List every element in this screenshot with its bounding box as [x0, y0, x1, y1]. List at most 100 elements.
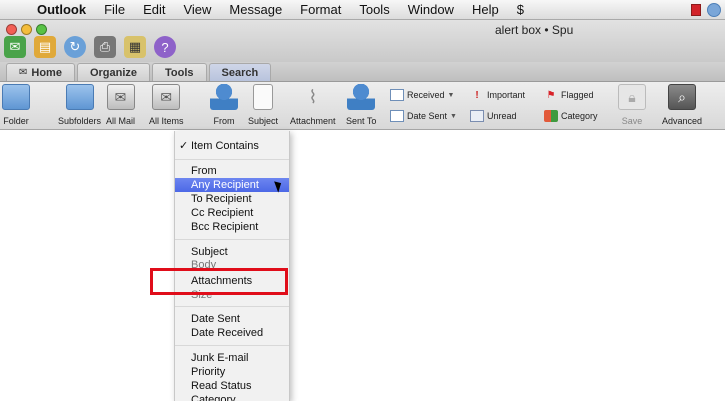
attachment-filter-label: Attachment — [290, 116, 336, 126]
menu-item-cc-recipient[interactable]: Cc Recipient — [175, 206, 289, 220]
menu-item-bcc-recipient[interactable]: Bcc Recipient — [175, 220, 289, 234]
category-icon — [544, 110, 558, 122]
script-menu-icon[interactable]: $ — [508, 0, 533, 20]
received-filter-button[interactable]: Received ▼ — [390, 89, 454, 101]
document-icon[interactable]: ▦ — [124, 36, 146, 58]
ribbon-tabs: ✉ Home Organize Tools Search — [0, 62, 725, 82]
menu-item-from[interactable]: From — [175, 164, 289, 178]
all-mail-scope-label: All Mail — [106, 116, 136, 126]
menu-item-any-recipient[interactable]: Any Recipient — [175, 178, 289, 192]
new-item-icon[interactable]: ✉ — [4, 36, 26, 58]
menu-tools[interactable]: Tools — [350, 0, 398, 20]
subfolders-icon — [65, 84, 94, 110]
tab-organize-label: Organize — [89, 66, 138, 79]
search-criteria-dropdown: ✓ Item Contains From Any Recipient To Rec… — [174, 131, 290, 401]
flagged-filter-button[interactable]: ⚑ Flagged — [544, 89, 594, 101]
menu-edit[interactable]: Edit — [134, 0, 174, 20]
menu-window[interactable]: Window — [399, 0, 463, 20]
paperclip-icon: ⌇ — [308, 86, 318, 107]
subject-filter-button[interactable]: Subject — [248, 84, 278, 126]
person-icon — [210, 84, 238, 110]
tab-organize[interactable]: Organize — [76, 63, 151, 81]
subfolders-scope-label: Subfolders — [58, 116, 102, 126]
tab-home-label: Home — [31, 66, 62, 79]
from-filter-button[interactable]: From — [210, 84, 238, 126]
sent-to-person-icon — [347, 84, 376, 110]
menu-divider — [175, 345, 289, 346]
message-list-pane — [290, 130, 725, 401]
menu-item-date-sent[interactable]: Date Sent — [175, 312, 289, 326]
menu-format[interactable]: Format — [291, 0, 350, 20]
menu-help[interactable]: Help — [463, 0, 508, 20]
important-filter-label: Important — [487, 90, 526, 100]
all-items-scope-button[interactable]: ✉ All Items — [149, 84, 184, 126]
chevron-down-icon: ▼ — [447, 91, 455, 99]
folder-scope-button[interactable]: Folder — [2, 84, 30, 126]
date-sent-filter-label: Date Sent — [407, 111, 448, 121]
tab-home[interactable]: ✉ Home — [6, 63, 75, 81]
chevron-down-icon: ▼ — [450, 112, 457, 120]
advanced-search-button[interactable]: ⌕ Advanced — [662, 84, 702, 126]
category-filter-label: Category — [561, 111, 598, 121]
tab-tools-label: Tools — [165, 66, 194, 79]
menu-item-priority[interactable]: Priority — [175, 365, 289, 379]
save-search-label: Save — [621, 116, 643, 126]
envelope-icon — [470, 110, 484, 122]
attachment-filter-button[interactable]: ⌇ Attachment — [290, 84, 336, 127]
menubar-status-area — [691, 0, 725, 20]
menu-divider — [175, 239, 289, 240]
tab-tools[interactable]: Tools — [152, 63, 207, 81]
menu-item-subject[interactable]: Subject — [175, 245, 289, 259]
menu-item-to-recipient[interactable]: To Recipient — [175, 192, 289, 206]
home-icon: ✉ — [19, 67, 28, 78]
menu-file[interactable]: File — [95, 0, 134, 20]
unread-filter-button[interactable]: Unread — [470, 110, 517, 122]
menu-divider — [175, 159, 289, 160]
advanced-search-label: Advanced — [662, 116, 703, 126]
menu-item-item-contains[interactable]: ✓ Item Contains — [175, 139, 289, 153]
menu-app-outlook[interactable]: Outlook — [28, 0, 95, 20]
all-items-scope-label: All Items — [149, 116, 184, 126]
menu-divider — [175, 306, 289, 307]
folder-scope-label: Folder — [3, 116, 29, 126]
subfolders-scope-button[interactable]: Subfolders — [58, 84, 101, 126]
print-icon[interactable]: ⎙ — [94, 36, 116, 58]
help-icon[interactable]: ? — [154, 36, 176, 58]
checkmark-icon: ✓ — [179, 140, 189, 152]
flag-icon: ⚑ — [546, 89, 556, 101]
quick-access-toolbar: ✉ ▤ ↻ ⎙ ▦ ? — [4, 36, 176, 58]
window-titlebar: alert box • Spu ✉ ▤ ↻ ⎙ ▦ ? — [0, 20, 725, 62]
subject-document-icon — [253, 84, 274, 110]
received-filter-label: Received — [407, 90, 445, 100]
save-search-button[interactable]: 🔒︎ Save — [618, 84, 646, 126]
item-contains-label: Item Contains — [191, 140, 259, 152]
menu-item-date-received[interactable]: Date Received — [175, 326, 289, 340]
all-items-icon: ✉ — [152, 84, 181, 110]
attachments-highlight-box — [150, 268, 288, 295]
window-controls — [6, 24, 47, 35]
close-window-icon[interactable] — [6, 24, 17, 35]
menu-message[interactable]: Message — [220, 0, 291, 20]
menu-item-read-status[interactable]: Read Status — [175, 379, 289, 393]
open-folder-icon[interactable]: ▤ — [34, 36, 56, 58]
status-tray-icon[interactable] — [707, 3, 721, 17]
subject-filter-label: Subject — [248, 116, 279, 126]
sync-icon[interactable]: ↻ — [64, 36, 86, 58]
folder-icon — [2, 84, 30, 110]
exclamation-icon: ! — [475, 89, 479, 101]
record-indicator-icon[interactable] — [691, 4, 701, 16]
tab-search[interactable]: Search — [208, 63, 272, 81]
category-filter-button[interactable]: Category — [544, 110, 598, 122]
menu-item-junk-email[interactable]: Junk E-mail — [175, 351, 289, 365]
folder-pane — [0, 130, 175, 401]
important-filter-button[interactable]: ! Important — [470, 89, 525, 101]
all-mail-scope-button[interactable]: ✉ All Mail — [106, 84, 135, 126]
sent-to-filter-button[interactable]: Sent To — [346, 84, 376, 126]
menu-view[interactable]: View — [174, 0, 220, 20]
menu-item-category[interactable]: Category — [175, 393, 289, 401]
zoom-window-icon[interactable] — [36, 24, 47, 35]
minimize-window-icon[interactable] — [21, 24, 32, 35]
magnifier-icon: ⌕ — [668, 84, 697, 110]
date-sent-filter-button[interactable]: Date Sent ▼ — [390, 110, 457, 122]
all-mail-icon: ✉ — [106, 84, 135, 110]
